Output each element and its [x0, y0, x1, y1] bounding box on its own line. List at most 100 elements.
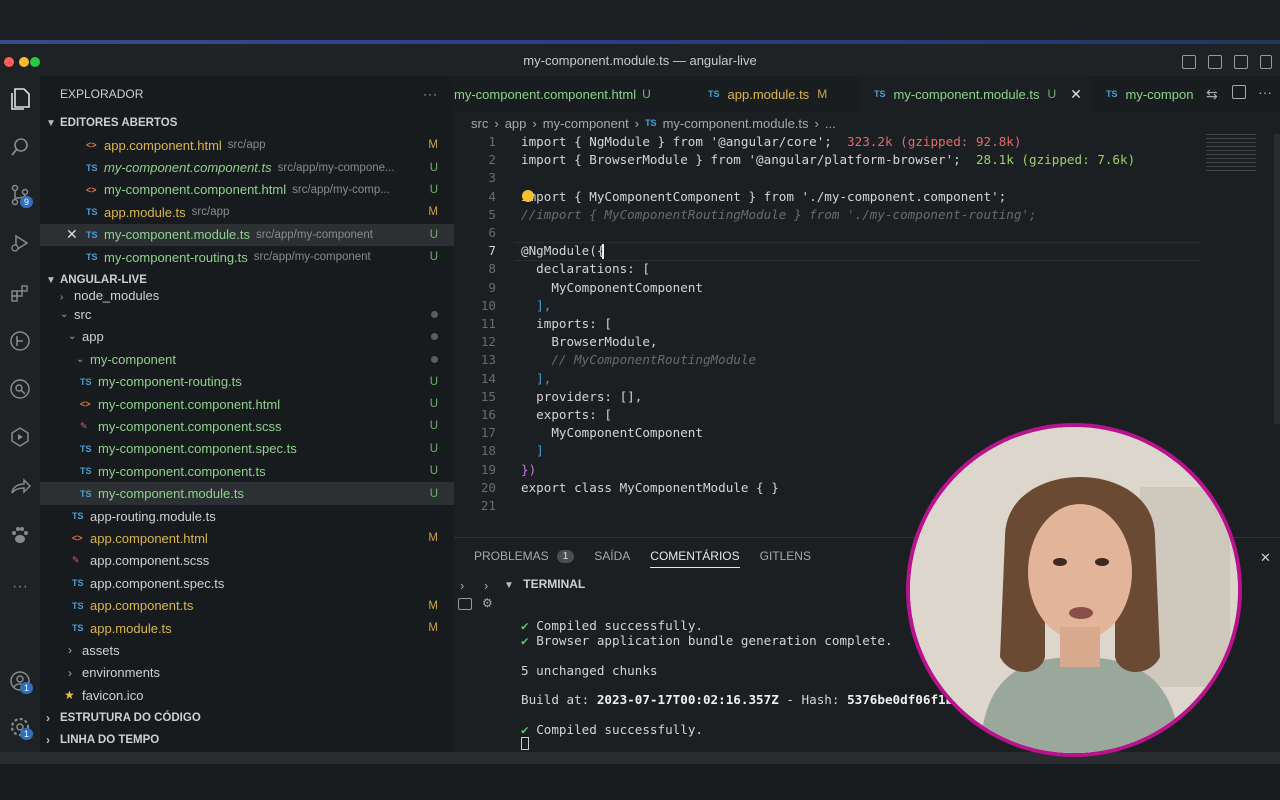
project-header[interactable]: ▼ ANGULAR-LIVE — [40, 269, 454, 291]
tree-file[interactable]: TS app.component.spec.ts — [40, 572, 454, 594]
breadcrumb-item[interactable]: app — [505, 116, 527, 131]
tree-folder[interactable]: ⌄ src — [40, 303, 454, 325]
paw-icon[interactable] — [5, 520, 35, 550]
toggle-sidebar-icon[interactable] — [1182, 55, 1196, 69]
git-status-badge: U — [429, 465, 438, 478]
run-debug-icon[interactable] — [5, 228, 35, 258]
timeline-label: LINHA DO TEMPO — [60, 734, 160, 746]
scrollbar[interactable] — [1274, 134, 1280, 424]
file-tree: › node_modules ⌄ src ⌄ app ⌄ my-componen… — [40, 291, 454, 706]
tree-folder[interactable]: ⌄ my-component — [40, 348, 454, 370]
open-editor-item-active[interactable]: ✕ TS my-component.module.ts src/app/my-c… — [40, 223, 454, 246]
outline-header[interactable]: › ESTRUTURA DO CÓDIGO — [40, 707, 201, 729]
editor-tab[interactable]: my-component.component.html U — [454, 76, 678, 112]
problems-count-badge: 1 — [556, 549, 575, 563]
close-icon[interactable]: ✕ — [66, 226, 78, 243]
code-line: ], — [521, 297, 552, 313]
chevron-down-icon: ▼ — [46, 274, 56, 286]
tree-file-name: app.module.ts — [90, 620, 172, 636]
editor-more-icon[interactable]: ··· — [1258, 84, 1272, 100]
open-editor-path: src/app/my-component — [253, 251, 371, 264]
line-number: 15 — [480, 388, 496, 404]
terminal-header[interactable]: ▼ TERMINAL — [504, 577, 585, 591]
debug-icon[interactable]: ⚙ — [482, 596, 493, 610]
open-editor-item[interactable]: <> app.component.html src/app M — [40, 134, 454, 156]
import-cost-label: 323.2k (gzipped: 92.8k) — [847, 134, 1022, 149]
source-control-icon[interactable]: 9 — [5, 180, 35, 210]
open-editor-item[interactable]: TS my-component.component.ts src/app/my-… — [40, 156, 454, 178]
close-icon[interactable]: ✕ — [1260, 550, 1271, 566]
chevron-right-icon[interactable]: › — [460, 578, 464, 593]
customize-layout-icon[interactable] — [1260, 55, 1272, 69]
lightbulb-icon[interactable] — [522, 190, 534, 202]
tree-file[interactable]: TS my-component.component.spec.ts U — [40, 438, 454, 460]
open-editors-header[interactable]: ▼ EDITORES ABERTOS — [40, 112, 454, 134]
code-line: BrowserModule, — [521, 334, 658, 350]
tree-folder[interactable]: › node_modules — [40, 291, 454, 303]
tab-comments[interactable]: COMENTÁRIOS — [650, 548, 740, 568]
tab-output[interactable]: SAÍDA — [594, 549, 630, 563]
tree-file[interactable]: TS my-component.component.ts U — [40, 460, 454, 482]
account-icon[interactable]: 1 — [5, 666, 35, 696]
open-editor-path: src/app — [227, 139, 266, 152]
breadcrumb-item[interactable]: my-component.module.ts — [663, 116, 809, 131]
more-icon[interactable]: ··· — [5, 572, 35, 602]
code-line: export class MyComponentModule { } — [521, 479, 779, 495]
tab-label: app.module.ts — [727, 86, 810, 102]
chevron-right-icon: › — [46, 711, 50, 725]
tree-folder-name: assets — [82, 642, 120, 658]
settings-gear-icon[interactable]: 1 — [5, 712, 35, 742]
check-icon: ✔ — [521, 618, 529, 633]
tree-file[interactable]: ✎ app.component.scss — [40, 550, 454, 572]
tree-file[interactable]: TS app-routing.module.ts — [40, 505, 454, 527]
terminal-list-icon[interactable] — [458, 598, 472, 610]
breadcrumb-item[interactable]: ... — [825, 116, 836, 131]
tab-label: COMENTÁRIOS — [650, 548, 740, 563]
open-editor-item[interactable]: TS my-component-routing.ts src/app/my-co… — [40, 246, 454, 268]
testing-icon[interactable] — [5, 422, 35, 452]
editor-tab[interactable]: TS my-compon — [1090, 76, 1200, 112]
tree-folder[interactable]: › assets — [40, 639, 454, 661]
tree-file[interactable]: <> my-component.component.html U — [40, 393, 454, 415]
tree-file[interactable]: TS my-component-routing.ts U — [40, 371, 454, 393]
check-icon: ✔ — [521, 633, 529, 648]
breadcrumb-item[interactable]: my-component — [543, 116, 629, 131]
extensions-icon[interactable] — [5, 278, 35, 308]
tree-file-selected[interactable]: TS my-component.module.ts U — [40, 482, 454, 505]
tab-gitlens[interactable]: GITLENS — [760, 549, 811, 563]
split-editor-icon[interactable] — [1232, 85, 1246, 99]
settings-badge: 1 — [19, 728, 33, 740]
files-icon[interactable] — [5, 84, 35, 114]
explorer-title: EXPLORADOR — [60, 87, 144, 101]
tree-file[interactable]: ✎ my-component.component.scss U — [40, 415, 454, 437]
toggle-secondary-sidebar-icon[interactable] — [1234, 55, 1248, 69]
tree-folder[interactable]: › environments — [40, 662, 454, 684]
explorer-more-icon[interactable]: ··· — [423, 87, 438, 101]
toggle-panel-icon[interactable] — [1208, 55, 1222, 69]
tree-folder[interactable]: ⌄ app — [40, 326, 454, 348]
chevron-right-icon[interactable]: › — [484, 578, 488, 593]
terminal-line: Compiled successfully. — [536, 618, 703, 633]
timeline-header[interactable]: › LINHA DO TEMPO — [40, 729, 159, 751]
tab-problems[interactable]: PROBLEMAS 1 — [474, 549, 575, 563]
close-icon[interactable]: ✕ — [1070, 86, 1082, 103]
tree-file-name: my-component.component.scss — [98, 418, 282, 434]
gitlens-icon[interactable] — [5, 326, 35, 356]
code-line: // MyComponentRoutingModule — [521, 352, 757, 368]
compare-changes-icon[interactable]: ⇆ — [1206, 86, 1218, 103]
open-editor-item[interactable]: <> my-component.component.html src/app/m… — [40, 179, 454, 201]
live-share-icon[interactable] — [5, 472, 35, 502]
remote-explorer-icon[interactable] — [5, 374, 35, 404]
open-editor-item[interactable]: TS app.module.ts src/app M — [40, 201, 454, 223]
editor-tab-active[interactable]: TS my-component.module.ts U ✕ — [858, 76, 1090, 112]
minimap[interactable] — [1206, 134, 1256, 174]
tree-file[interactable]: ★ favicon.ico — [40, 684, 454, 706]
git-status-badge: U — [429, 161, 438, 174]
editor-tab[interactable]: TS app.module.ts M — [694, 76, 854, 112]
open-editor-name: my-component.component.html — [104, 182, 287, 198]
tree-file[interactable]: TS app.module.ts M — [40, 617, 454, 639]
breadcrumb-item[interactable]: src — [471, 116, 488, 131]
tree-file[interactable]: TS app.component.ts M — [40, 594, 454, 616]
search-icon[interactable] — [5, 132, 35, 162]
tree-file[interactable]: <> app.component.html M — [40, 527, 454, 549]
